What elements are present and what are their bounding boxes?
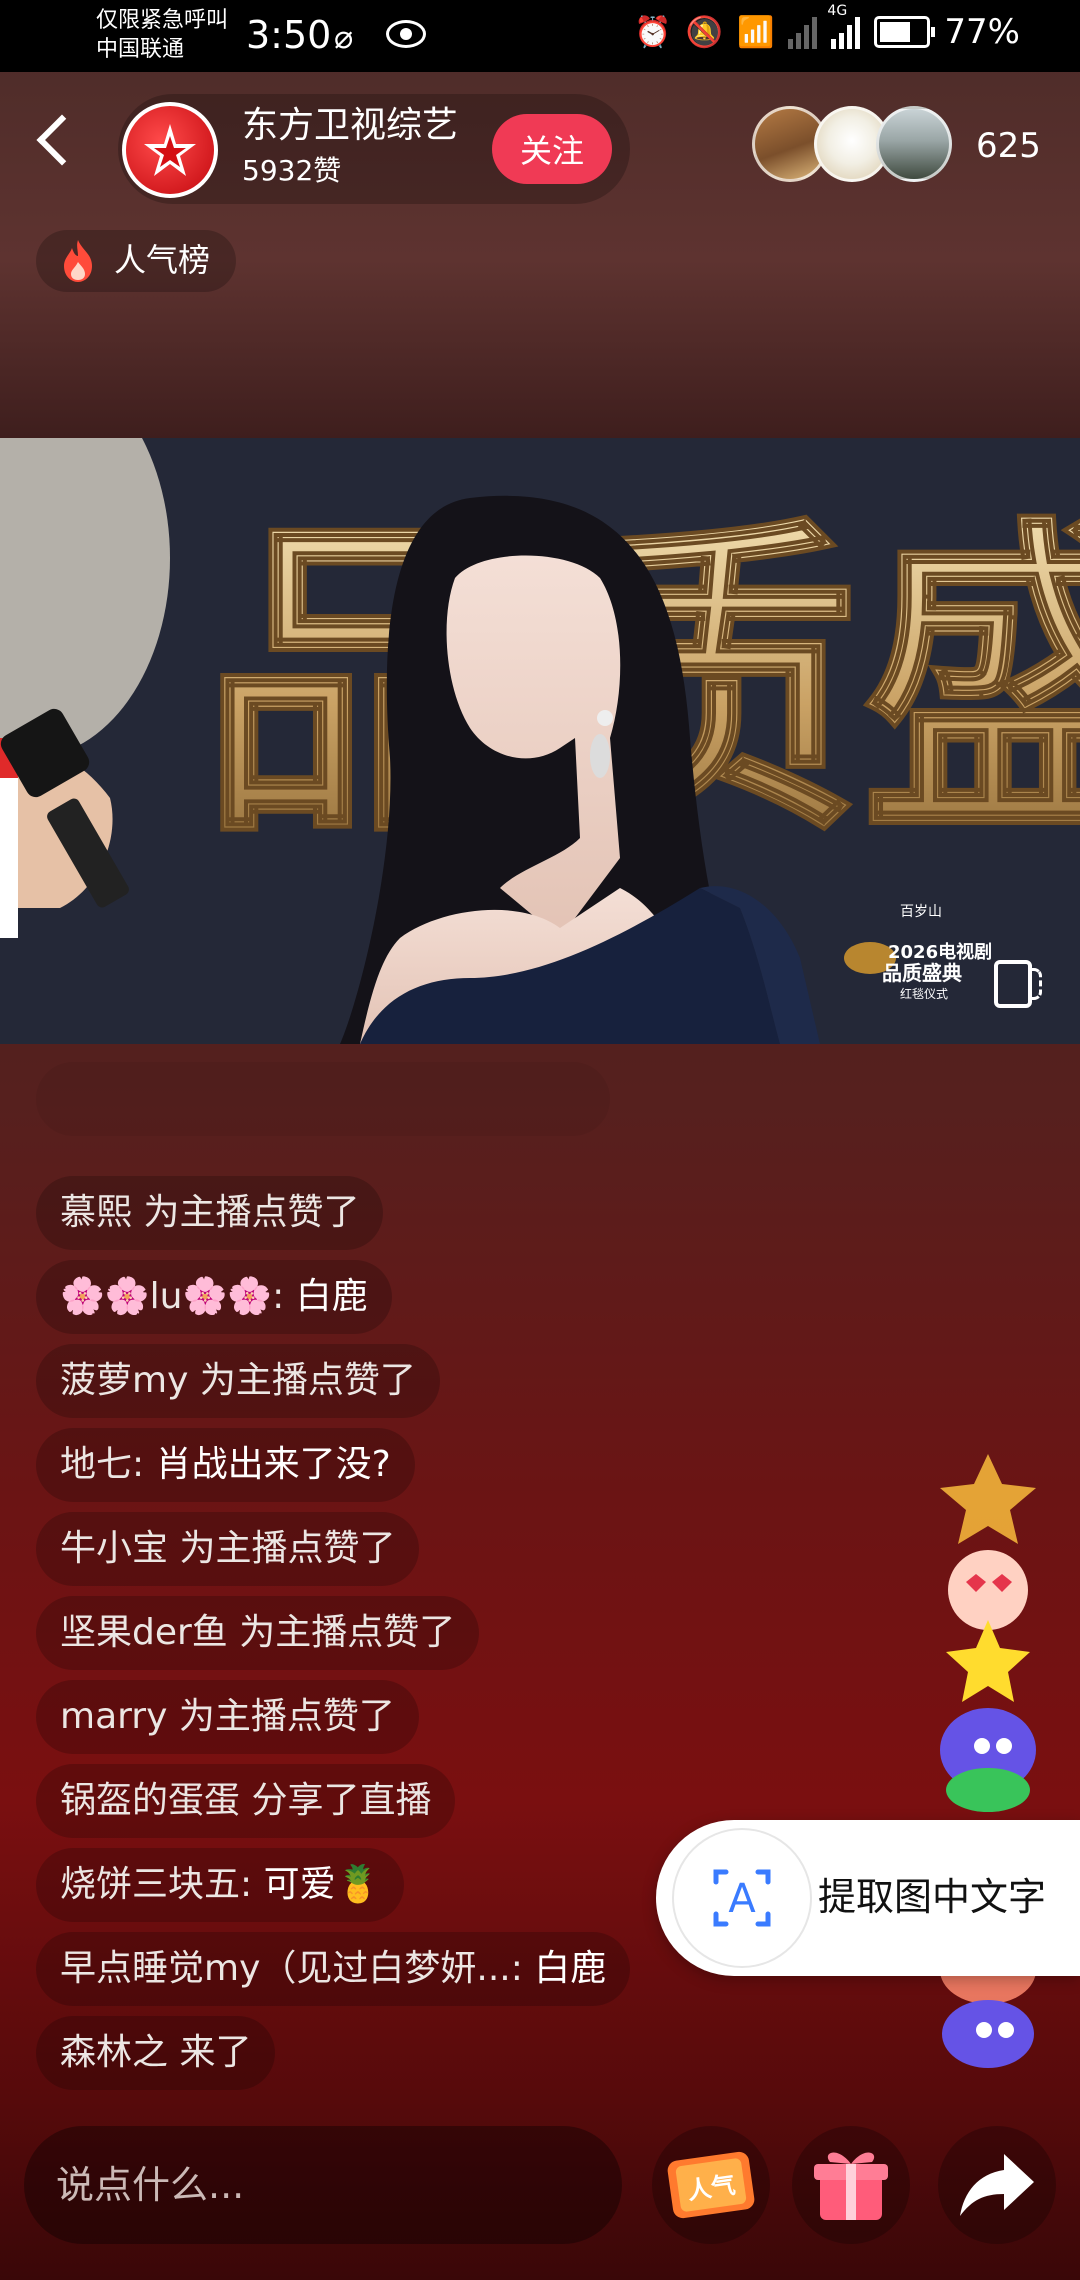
comment-item[interactable]: 地七: 肖战出来了没? — [36, 1428, 415, 1502]
comment-text: 为主播点赞了 — [132, 1192, 360, 1233]
popularity-ticket-icon: 人气 — [667, 2151, 755, 2219]
live-video[interactable]: 品质盛 百岁山 2026电视剧 品质盛典 红毯仪式 — [0, 438, 1080, 1044]
viewer-avatars[interactable] — [752, 106, 952, 186]
comment-user: 菠萝my — [60, 1360, 189, 1401]
comment-item[interactable]: 菠萝my 为主播点赞了 — [36, 1344, 440, 1418]
viewer-count[interactable]: 625 — [976, 126, 1041, 166]
mute-icon: 🔕 — [685, 14, 724, 50]
comment-item[interactable]: 烧饼三块五: 可爱🍍 — [36, 1848, 405, 1922]
comment-item[interactable]: 🌸🌸lu🌸🌸: 白鹿 — [36, 1260, 392, 1334]
comment-user: 慕熙 — [60, 1192, 133, 1233]
status-bar: 仅限紧急呼叫 中国联通 3:50 ⌀ ⏰ 🔕 📶 4G 77% — [0, 0, 1080, 72]
comment-item[interactable]: marry 为主播点赞了 — [36, 1680, 419, 1754]
comment-item[interactable]: 森林之 来了 — [36, 2016, 276, 2090]
watermark-line-3: 品质盛典 — [882, 961, 962, 985]
comment-text: 分享了直播 — [240, 1780, 432, 1821]
comment-text: 来了 — [168, 2032, 252, 2073]
share-button[interactable] — [938, 2126, 1056, 2244]
rotate-screen-icon[interactable] — [994, 960, 1042, 1008]
comment-colon: : — [272, 1276, 296, 1317]
dragon-tv-logo-icon — [144, 124, 196, 176]
comment-text: 白鹿 — [534, 1948, 607, 1989]
signal-icon-2: 4G — [827, 3, 861, 49]
comment-text: 为主播点赞了 — [168, 1528, 396, 1569]
star-reaction-icon — [946, 1620, 1030, 1702]
comment-colon: : — [240, 1864, 264, 1905]
host-name[interactable]: 东方卫视综艺 — [242, 104, 458, 148]
comment-user: 锅盔的蛋蛋 — [60, 1780, 241, 1821]
signal-icon-1 — [788, 15, 818, 49]
svg-text:A: A — [728, 1876, 756, 1922]
extract-text-popup[interactable]: A 提取图中文字 — [656, 1820, 1080, 1976]
battery-icon — [874, 16, 936, 48]
comment-text: 肖战出来了没? — [155, 1444, 391, 1485]
carrier-info: 仅限紧急呼叫 中国联通 — [96, 6, 228, 64]
comment-text: 可爱🍍 — [263, 1864, 381, 1905]
comment-item[interactable]: 牛小宝 为主播点赞了 — [36, 1512, 420, 1586]
speed-icon: ⌀ — [334, 18, 354, 56]
comment-text: 为主播点赞了 — [167, 1696, 395, 1737]
wifi-icon: 📶 — [737, 14, 775, 50]
popularity-button[interactable]: 人气 — [652, 2126, 770, 2244]
heart-eyes-reaction-icon — [948, 1550, 1028, 1630]
watermark-line-4: 红毯仪式 — [900, 986, 948, 1001]
battery-percent: 77% — [944, 12, 1020, 52]
comment-faded — [36, 1062, 610, 1136]
comment-item[interactable]: 锅盔的蛋蛋 分享了直播 — [36, 1764, 456, 1838]
comment-user: 地七 — [60, 1444, 133, 1485]
extract-text-label[interactable]: 提取图中文字 — [818, 1872, 1046, 1922]
comment-colon: : — [132, 1444, 156, 1485]
star-reaction-icon — [940, 1454, 1036, 1544]
eye-icon — [386, 20, 426, 48]
video-frame: 品质盛 百岁山 2026电视剧 品质盛典 红毯仪式 — [0, 438, 1080, 1044]
alarm-icon: ⏰ — [634, 14, 672, 50]
watermark-line-1: 百岁山 — [900, 904, 942, 920]
floating-like-reactions — [940, 1454, 1036, 2068]
viewer-avatar[interactable] — [876, 106, 952, 182]
follow-button[interactable]: 关注 — [492, 114, 612, 184]
back-button[interactable] — [36, 114, 88, 166]
comment-feed[interactable]: 慕熙 为主播点赞了 🌸🌸lu🌸🌸: 白鹿 菠萝my 为主播点赞了 地七: 肖战出… — [36, 1062, 756, 2100]
status-right: ⏰ 🔕 📶 4G 77% — [634, 3, 1020, 52]
host-avatar[interactable] — [122, 102, 218, 198]
host-likes: 5932赞 — [242, 154, 342, 187]
comment-user: 🌸🌸lu🌸🌸 — [60, 1276, 273, 1317]
carrier-line-2: 中国联通 — [96, 37, 185, 62]
comment-user: 牛小宝 — [60, 1528, 169, 1569]
comment-text: 为主播点赞了 — [188, 1360, 416, 1401]
ocr-scan-icon[interactable]: A — [674, 1830, 810, 1966]
comment-item[interactable]: 慕熙 为主播点赞了 — [36, 1176, 384, 1250]
share-arrow-icon — [960, 2154, 1034, 2216]
comment-text: 白鹿 — [295, 1276, 368, 1317]
comment-input[interactable]: 说点什么... — [56, 2160, 244, 2210]
comment-item[interactable]: 早点睡觉my（见过白梦妍...: 白鹿 — [36, 1932, 631, 2006]
comment-colon: : — [510, 1948, 535, 1989]
gift-button[interactable] — [792, 2126, 910, 2244]
comment-user: 烧饼三块五 — [60, 1864, 241, 1905]
flame-icon — [64, 240, 92, 282]
gift-icon — [814, 2152, 888, 2220]
carrier-line-1: 仅限紧急呼叫 — [96, 8, 229, 33]
network-type: 4G — [827, 3, 848, 19]
comment-user: 早点睡觉my（见过白梦妍... — [60, 1948, 511, 1989]
comment-user: 坚果der鱼 — [60, 1612, 228, 1653]
comment-text: 为主播点赞了 — [227, 1612, 456, 1653]
watermark-line-2: 2026电视剧 — [888, 941, 992, 963]
comment-user: 森林之 — [60, 2032, 169, 2073]
rank-badge-label[interactable]: 人气榜 — [114, 240, 210, 280]
comment-user: marry — [60, 1696, 168, 1737]
status-time: 3:50 — [246, 13, 332, 57]
comment-item[interactable]: 坚果der鱼 为主播点赞了 — [36, 1596, 480, 1670]
